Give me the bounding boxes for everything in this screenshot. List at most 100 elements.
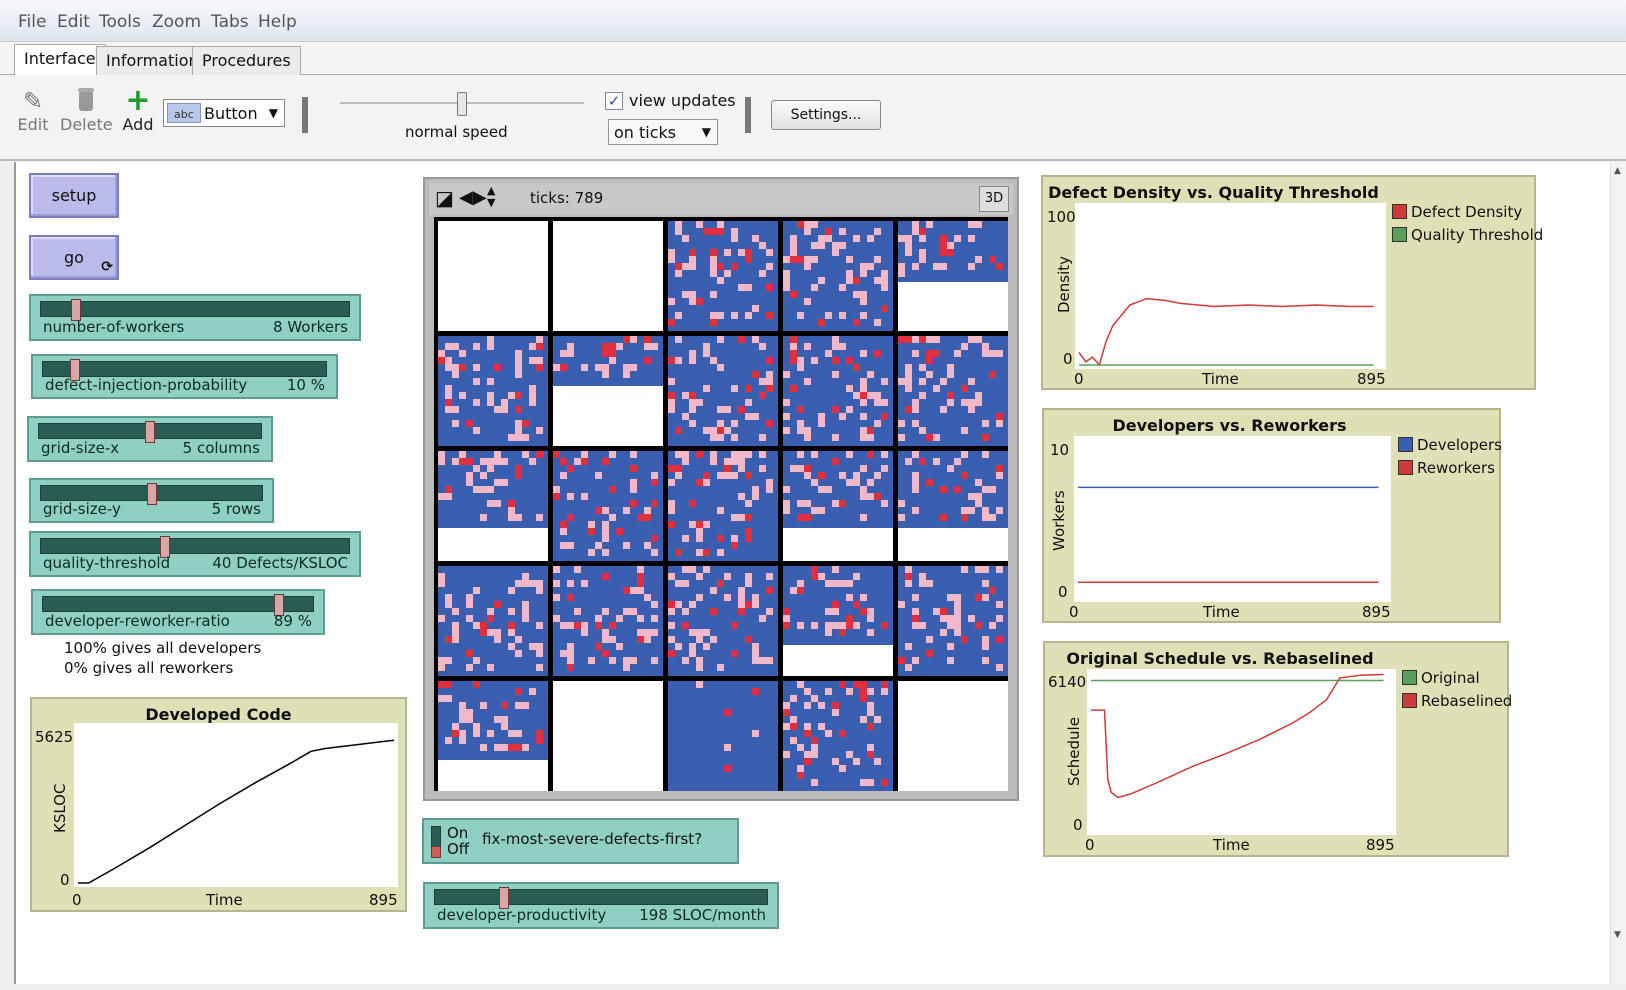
quality-threshold-slider[interactable]: quality-threshold 40 Defects/KSLOC	[29, 531, 361, 577]
grid-tile[interactable]	[553, 566, 663, 676]
grid-tile[interactable]	[783, 221, 893, 331]
grid-tile[interactable]	[898, 681, 1008, 791]
defect-patch	[689, 566, 696, 573]
defect-patch	[912, 420, 919, 427]
tab-procedures[interactable]: Procedures	[192, 46, 301, 76]
edit-button[interactable]: ✎ Edit	[16, 87, 50, 134]
grid-tile[interactable]	[438, 336, 548, 446]
defect-patch	[703, 521, 710, 528]
slider-track[interactable]	[42, 359, 327, 381]
defect-patch	[752, 601, 759, 608]
grid-tile[interactable]	[668, 336, 778, 446]
menu-file[interactable]: File	[18, 12, 46, 32]
defect-patch	[797, 451, 804, 458]
defect-patch	[881, 277, 888, 284]
defect-patch	[797, 221, 804, 228]
defect-patch	[508, 643, 515, 650]
defect-patch	[905, 371, 912, 378]
grid-size-y-slider[interactable]: grid-size-y 5 rows	[29, 478, 274, 523]
defect-patch	[445, 493, 452, 500]
defect-patch	[515, 472, 522, 479]
switch-handle[interactable]	[431, 846, 441, 858]
defect-patch	[874, 472, 881, 479]
defect-patch	[668, 399, 675, 406]
grid-tile[interactable]	[438, 681, 548, 791]
grid-tile[interactable]	[668, 566, 778, 676]
grid-tile[interactable]	[668, 221, 778, 331]
grid-tile[interactable]	[898, 451, 1008, 561]
vertical-scrollbar[interactable]: ▲ ▼	[1610, 162, 1626, 984]
defect-patch	[651, 615, 658, 622]
slider-track[interactable]	[42, 594, 314, 616]
grid-tile[interactable]	[668, 451, 778, 561]
menu-tools[interactable]: Tools	[99, 12, 141, 32]
slider-track[interactable]	[434, 887, 768, 909]
grid-tile[interactable]	[668, 681, 778, 791]
developer-productivity-slider[interactable]: developer-productivity 198 SLOC/month	[423, 882, 779, 929]
slider-track[interactable]	[38, 421, 262, 443]
y-max-tick: 6140	[1048, 673, 1087, 691]
grid-tile[interactable]	[783, 451, 893, 561]
scroll-down-icon[interactable]: ▼	[1614, 930, 1621, 940]
grid-tile[interactable]	[438, 221, 548, 331]
defect-patch	[954, 350, 961, 357]
defect-injection-probability-slider[interactable]: defect-injection-probability 10 %	[31, 354, 338, 399]
grid-tile[interactable]	[898, 336, 1008, 446]
defect-patch	[459, 392, 466, 399]
delete-button[interactable]: Delete	[60, 87, 113, 134]
menu-zoom[interactable]: Zoom	[152, 12, 201, 32]
menu-help[interactable]: Help	[258, 12, 297, 32]
speed-slider-handle[interactable]	[457, 92, 467, 116]
grid-tile[interactable]	[553, 681, 663, 791]
update-mode-dropdown[interactable]: on ticks ▼	[608, 119, 718, 145]
fix-most-severe-defects-switch[interactable]: On Off fix-most-severe-defects-first?	[422, 818, 739, 864]
grid-tile[interactable]	[553, 451, 663, 561]
view-updates-checkbox[interactable]: ✓	[605, 92, 623, 110]
number-of-workers-slider[interactable]: number-of-workers 8 Workers	[29, 294, 361, 341]
defect-patch	[459, 702, 466, 709]
zoom-icon[interactable]: ◪	[435, 187, 454, 209]
world-grid[interactable]	[434, 217, 1008, 791]
slider-handle[interactable]	[145, 421, 155, 443]
settings-button[interactable]: Settings...	[771, 100, 881, 130]
defect-patch	[912, 350, 919, 357]
slider-track[interactable]	[40, 299, 350, 321]
slider-track[interactable]	[40, 536, 350, 558]
grid-tile[interactable]	[898, 566, 1008, 676]
slider-track[interactable]	[40, 483, 263, 505]
grid-tile[interactable]	[438, 451, 548, 561]
menu-tabs[interactable]: Tabs	[211, 12, 249, 32]
widget-type-dropdown[interactable]: abc Button ▼	[163, 99, 285, 127]
grid-tile[interactable]	[783, 566, 893, 676]
defect-patch	[867, 479, 874, 486]
tab-interface[interactable]: Interface	[14, 44, 106, 76]
defect-patch	[438, 695, 445, 702]
grid-tile[interactable]	[783, 681, 893, 791]
tab-bar: Interface Information Procedures	[0, 42, 1626, 76]
defect-patch	[522, 580, 529, 587]
menu-edit[interactable]: Edit	[57, 12, 90, 32]
setup-button[interactable]: setup	[29, 173, 119, 218]
defect-patch	[811, 221, 818, 228]
switch-track[interactable]	[431, 826, 441, 858]
grid-tile[interactable]	[553, 336, 663, 446]
slider-handle[interactable]	[146, 483, 157, 505]
go-button[interactable]: go ⟳	[29, 235, 119, 280]
scroll-up-icon[interactable]: ▲	[1614, 166, 1621, 176]
vertical-arrows-icon[interactable]: ▲ ▼	[487, 185, 495, 209]
grid-tile[interactable]	[438, 566, 548, 676]
grid-tile[interactable]	[898, 221, 1008, 331]
grid-tile[interactable]	[783, 336, 893, 446]
defect-patch	[825, 486, 832, 493]
toolbar: ✎ Edit Delete + Add abc Button ▼ normal …	[0, 75, 1626, 161]
grid-size-x-slider[interactable]: grid-size-x 5 columns	[27, 416, 273, 462]
defect-patch	[860, 594, 867, 601]
developer-reworker-ratio-slider[interactable]: developer-reworker-ratio 89 %	[31, 589, 325, 635]
horizontal-arrows-icon[interactable]: ◀▶	[459, 187, 487, 209]
3d-view-button[interactable]: 3D	[979, 186, 1009, 212]
defect-patch	[804, 751, 811, 758]
add-button[interactable]: + Add	[120, 86, 156, 135]
defect-patch	[790, 465, 797, 472]
grid-tile[interactable]	[553, 221, 663, 331]
defect-patch	[682, 235, 689, 242]
